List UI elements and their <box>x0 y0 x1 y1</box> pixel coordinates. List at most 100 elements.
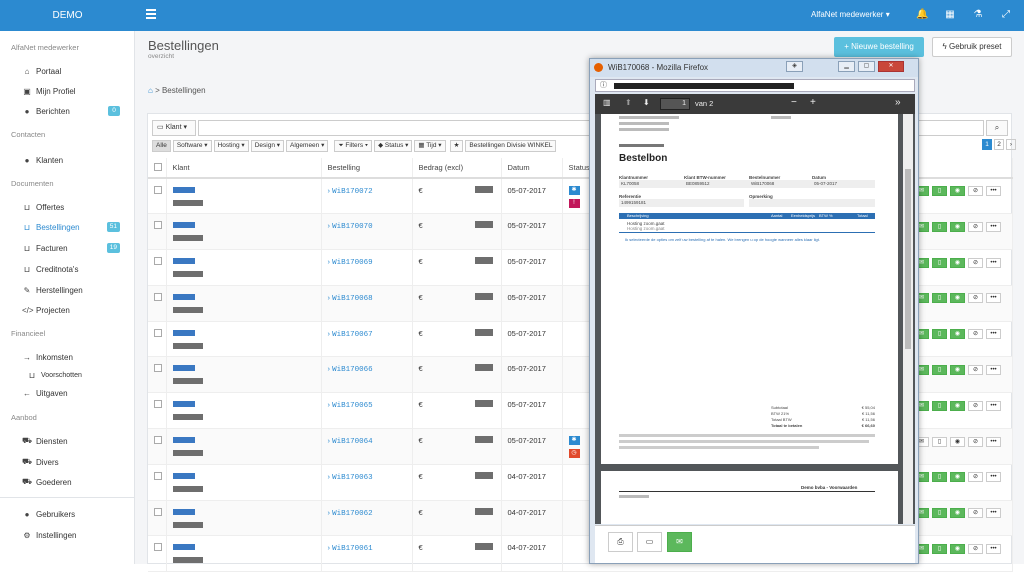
cancel-icon[interactable]: ⊘ <box>968 400 983 411</box>
customer-name[interactable] <box>172 365 195 372</box>
prev-page-icon[interactable]: ⬆ <box>625 98 632 107</box>
maximize-icon[interactable]: ▢ <box>858 61 875 72</box>
order-link[interactable]: WiB170068 <box>332 295 373 303</box>
order-link[interactable]: WiB170069 <box>332 259 373 267</box>
order-link[interactable]: WiB170061 <box>332 545 373 553</box>
calculator-icon[interactable]: ▦ <box>944 9 956 21</box>
brand-logo[interactable]: DEMO <box>0 0 135 31</box>
print-button[interactable]: ⎙ <box>608 532 633 552</box>
money-icon[interactable]: ◉ <box>950 400 965 411</box>
bell-icon[interactable]: 🔔 <box>916 9 928 21</box>
cancel-icon[interactable]: ⊘ <box>968 186 983 196</box>
col-bestelling[interactable]: Bestelling <box>321 158 413 179</box>
filter-alle[interactable]: Alle <box>152 140 171 152</box>
filter-tijd[interactable]: ▦ Tijd ▾ <box>414 140 446 152</box>
row-checkbox[interactable] <box>154 364 162 373</box>
zoom-out-icon[interactable]: − <box>791 97 797 108</box>
sidebar-item-diensten[interactable]: ⛟ Diensten <box>22 434 132 448</box>
zoom-in-icon[interactable]: + <box>810 97 816 108</box>
document-icon[interactable]: ▯ <box>932 293 947 304</box>
document-icon[interactable]: ▯ <box>932 257 947 268</box>
customer-name[interactable] <box>172 187 195 193</box>
customer-name[interactable] <box>172 222 195 229</box>
sidebar-item-bestellingen[interactable]: ⊔ Bestellingen 51 <box>22 220 132 234</box>
order-link[interactable]: WiB170066 <box>332 366 373 374</box>
cancel-icon[interactable]: ⊘ <box>968 221 983 232</box>
cancel-icon[interactable]: ⊘ <box>968 293 983 304</box>
col-datum[interactable]: Datum <box>501 158 563 179</box>
fullscreen-icon[interactable]: ⤢ <box>1000 9 1012 21</box>
customer-name[interactable] <box>172 437 195 444</box>
sidebar-item-offertes[interactable]: ⊔ Offertes <box>22 200 132 214</box>
customer-name[interactable] <box>172 329 195 336</box>
search-icon[interactable]: ⌕ <box>986 120 1008 136</box>
url-bar[interactable]: ⓘ <box>595 79 915 92</box>
filter-algemeen[interactable]: Algemeen ▾ <box>286 140 329 152</box>
pdf-scrollbar[interactable] <box>903 114 913 524</box>
more-icon[interactable]: ••• <box>986 472 1001 483</box>
customer-name[interactable] <box>172 401 195 408</box>
cancel-icon[interactable]: ⊘ <box>968 544 983 554</box>
user-menu[interactable]: AlfaNet medewerker ▾ <box>811 10 890 19</box>
filter-software[interactable]: Software ▾ <box>172 140 212 152</box>
sidebar-item-divers[interactable]: ⛟ Divers <box>22 455 132 469</box>
cancel-icon[interactable]: ⊘ <box>968 365 983 375</box>
cancel-icon[interactable]: ⊘ <box>968 436 983 447</box>
money-icon[interactable]: ◉ <box>950 544 965 554</box>
sidebar-item-klanten[interactable]: ● Klanten <box>22 153 132 167</box>
star-icon[interactable]: ★ <box>449 140 464 152</box>
sidebar-item-uitgaven[interactable]: ← Uitgaven <box>22 386 132 400</box>
col-bedrag[interactable]: Bedrag (excl) <box>412 158 502 179</box>
next-page-icon[interactable]: ⬇ <box>643 98 650 107</box>
sidebar-item-facturen[interactable]: ⊔ Facturen 19 <box>22 241 132 255</box>
use-preset-button[interactable]: ϟ Gebruik preset <box>932 37 1012 57</box>
flask-icon[interactable]: ⚗ <box>972 9 984 21</box>
klant-dropdown[interactable]: ▭ Klant ▾ <box>152 120 196 136</box>
money-icon[interactable]: ◉ <box>950 365 965 375</box>
document-icon[interactable]: ▯ <box>932 329 947 340</box>
order-link[interactable]: WiB170063 <box>332 474 373 482</box>
email-button[interactable]: ✉ <box>667 532 692 552</box>
sidebar-item-creditnotas[interactable]: ⊔ Creditnota's <box>22 262 132 276</box>
cancel-icon[interactable]: ⊘ <box>968 472 983 483</box>
filter-hosting[interactable]: Hosting ▾ <box>213 140 249 152</box>
customer-name[interactable] <box>172 258 195 265</box>
more-icon[interactable]: ••• <box>986 221 1001 232</box>
document-icon[interactable]: ▯ <box>932 436 947 447</box>
row-checkbox[interactable] <box>154 543 162 552</box>
sidebar-item-voorschotten[interactable]: ⊔ Voorschotten <box>27 368 137 382</box>
row-checkbox[interactable] <box>154 292 162 301</box>
money-icon[interactable]: ◉ <box>950 257 965 268</box>
home-icon[interactable]: ⌂ <box>148 86 153 95</box>
col-klant[interactable]: Klant <box>166 158 322 179</box>
sidebar-item-profiel[interactable]: ▣ Mijn Profiel <box>22 84 132 98</box>
restore-icon[interactable]: ◈ <box>786 61 803 72</box>
document-icon[interactable]: ▯ <box>932 365 947 375</box>
more-icon[interactable]: ••• <box>986 400 1001 411</box>
sidebar-item-inkomsten[interactable]: → Inkomsten <box>22 350 132 364</box>
more-icon[interactable]: ••• <box>986 436 1001 447</box>
row-checkbox[interactable] <box>154 186 162 194</box>
menu-toggle-icon[interactable] <box>146 9 156 21</box>
more-icon[interactable]: ••• <box>986 365 1001 375</box>
more-icon[interactable]: ••• <box>986 544 1001 554</box>
row-checkbox[interactable] <box>154 257 162 266</box>
document-icon[interactable]: ▯ <box>932 544 947 554</box>
pdf-viewer[interactable]: Bestelbon Klantnummer Klant BTW-nummer B… <box>595 114 915 524</box>
order-link[interactable]: WiB170064 <box>332 438 373 446</box>
row-checkbox[interactable] <box>154 471 162 480</box>
sidebar-item-goederen[interactable]: ⛟ Goederen <box>22 475 132 489</box>
close-icon[interactable]: ✕ <box>878 61 904 72</box>
money-icon[interactable]: ◉ <box>950 472 965 483</box>
money-icon[interactable]: ◉ <box>950 293 965 304</box>
customer-name[interactable] <box>172 472 195 479</box>
sidebar-item-projecten[interactable]: </> Projecten <box>22 303 132 317</box>
customer-name[interactable] <box>172 293 195 300</box>
row-checkbox[interactable] <box>154 328 162 337</box>
order-link[interactable]: WiB170072 <box>332 188 373 196</box>
cancel-icon[interactable]: ⊘ <box>968 329 983 340</box>
money-icon[interactable]: ◉ <box>950 221 965 232</box>
order-link[interactable]: WiB170070 <box>332 223 373 231</box>
money-icon[interactable]: ◉ <box>950 436 965 447</box>
pdf-page-input[interactable]: 1 <box>660 98 690 110</box>
